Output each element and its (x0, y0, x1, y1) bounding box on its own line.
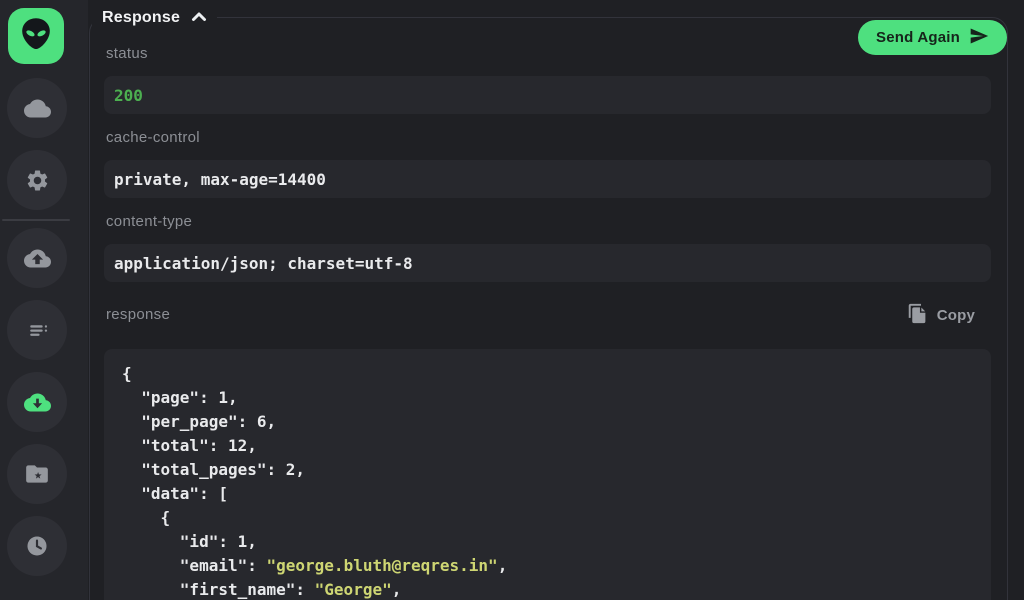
alien-icon (18, 16, 54, 57)
code-line: "data": [ (122, 482, 977, 506)
sidebar-item-upload[interactable] (7, 228, 67, 288)
code-line: "first_name": "George", (122, 578, 977, 600)
code-line: "email": "george.bluth@reqres.in", (122, 554, 977, 578)
response-label: response (106, 306, 170, 324)
response-body[interactable]: { "page": 1, "per_page": 6, "total": 12,… (104, 349, 991, 600)
sidebar-item-list[interactable] (7, 300, 67, 360)
sidebar-item-cloud[interactable] (7, 78, 67, 138)
clock-icon (24, 533, 50, 559)
chevron-up-icon[interactable] (191, 9, 207, 27)
cache-control-label: cache-control (106, 129, 991, 147)
cache-control-value: private, max-age=14400 (114, 170, 326, 189)
status-field: 200 (104, 76, 991, 114)
code-line: "id": 1, (122, 530, 977, 554)
send-again-button[interactable]: Send Again (858, 20, 1007, 55)
cloud-download-icon (24, 389, 51, 416)
code-line: "page": 1, (122, 386, 977, 410)
copy-button[interactable]: Copy (907, 303, 975, 328)
folder-star-icon (24, 461, 50, 487)
copy-icon (907, 303, 928, 328)
content-type-label: content-type (106, 213, 991, 231)
list-icon (25, 318, 50, 343)
sidebar-item-settings[interactable] (7, 150, 67, 210)
panel-title: Response (102, 9, 180, 27)
code-line: "total_pages": 2, (122, 458, 977, 482)
gear-icon (25, 168, 50, 193)
response-panel: Response Send Again status 200 cache-con… (89, 17, 1008, 600)
sidebar-item-favorites[interactable] (7, 444, 67, 504)
app-logo[interactable] (8, 8, 64, 64)
content-type-value: application/json; charset=utf-8 (114, 254, 413, 273)
code-line: "total": 12, (122, 434, 977, 458)
code-line: { (122, 362, 977, 386)
status-label: status (106, 45, 991, 63)
sidebar-item-history[interactable] (7, 516, 67, 576)
status-value: 200 (114, 86, 143, 105)
response-panel-header[interactable]: Response (92, 6, 217, 30)
send-again-label: Send Again (876, 29, 960, 46)
content-type-field: application/json; charset=utf-8 (104, 244, 991, 282)
copy-label: Copy (937, 307, 975, 324)
cloud-upload-icon (24, 245, 51, 272)
sidebar (0, 0, 88, 600)
send-icon (969, 26, 989, 50)
sidebar-divider (2, 219, 70, 221)
sidebar-item-download[interactable] (7, 372, 67, 432)
code-line: "per_page": 6, (122, 410, 977, 434)
cloud-icon (24, 95, 51, 122)
code-line: { (122, 506, 977, 530)
cache-control-field: private, max-age=14400 (104, 160, 991, 198)
